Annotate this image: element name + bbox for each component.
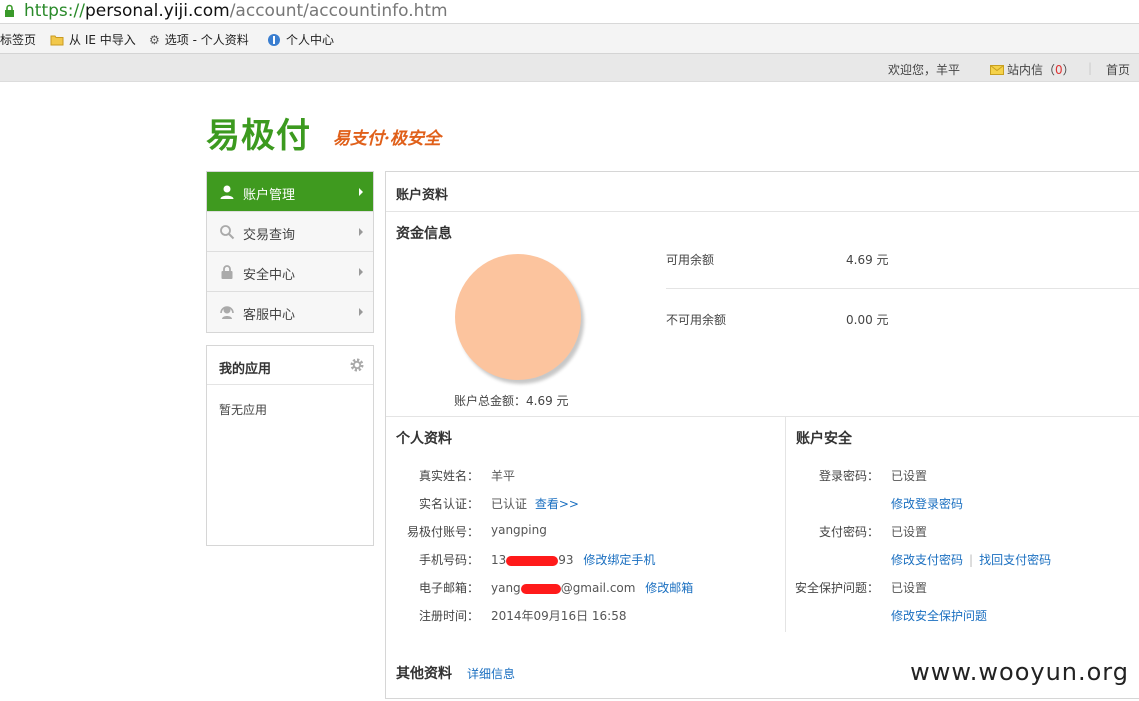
- details-link[interactable]: 详细信息: [467, 665, 515, 682]
- profile-title: 个人资料: [396, 431, 452, 447]
- pay-password-actions: 修改支付密码 | 找回支付密码: [891, 551, 1051, 568]
- account-info-panel: 账户资料 资金信息 账户总金额：4.69 元 可用余额 4.69 元 不可用余额…: [385, 171, 1139, 699]
- sidebar-item-security-center[interactable]: 安全中心: [207, 252, 373, 292]
- chevron-right-icon: [359, 308, 363, 316]
- login-password-status: 已设置: [891, 469, 928, 483]
- other-info-title: 其他资料: [396, 666, 452, 682]
- login-password-label: 登录密码：: [818, 469, 879, 483]
- sidebar-nav: 账户管理 交易查询 安全中心 客服中心: [206, 171, 374, 333]
- lock-icon: [221, 265, 233, 279]
- folder-icon: [50, 35, 64, 45]
- chevron-right-icon: [359, 268, 363, 276]
- search-icon: [220, 225, 235, 240]
- chevron-right-icon: [359, 188, 363, 196]
- headset-icon: [220, 306, 234, 319]
- no-apps-text: 暂无应用: [219, 403, 268, 417]
- balance-divider: [666, 288, 1139, 289]
- register-time-label: 注册时间：: [418, 609, 479, 623]
- redaction-mark: [520, 583, 561, 594]
- sidebar-item-transactions[interactable]: 交易查询: [207, 212, 373, 252]
- unavailable-balance-value: 0.00 元: [846, 313, 889, 327]
- real-name-label: 真实姓名：: [418, 469, 479, 483]
- verification-value: 已认证 查看>>: [491, 497, 579, 511]
- page-title: 账户资料: [396, 188, 449, 203]
- topbar-divider: |: [1088, 61, 1093, 75]
- home-link[interactable]: 首页: [1106, 61, 1130, 78]
- change-security-question-link[interactable]: 修改安全保护问题: [891, 607, 987, 624]
- security-question-status: 已设置: [891, 581, 928, 595]
- mail-icon: [990, 65, 1004, 75]
- site-slogan: 易支付·极安全: [333, 129, 441, 149]
- inbox-link[interactable]: 站内信（0）: [990, 61, 1075, 78]
- site-logo[interactable]: 易极付: [206, 108, 311, 157]
- url-text[interactable]: https://personal.yiji.com/account/accoun…: [24, 1, 448, 21]
- account-id-label: 易极付账号：: [406, 525, 479, 539]
- panel-header: 账户资料: [386, 172, 1139, 212]
- recover-pay-password-link[interactable]: 找回支付密码: [979, 553, 1051, 567]
- favorites-bar: 标签页 从 IE 中导入 ⚙ 选项 - 个人资料 个人中心: [0, 24, 1139, 54]
- gear-icon[interactable]: [349, 357, 365, 373]
- available-balance-value: 4.69 元: [846, 253, 889, 267]
- total-balance: 账户总金额：4.69 元: [454, 394, 569, 408]
- change-email-link[interactable]: 修改邮箱: [645, 581, 693, 595]
- phone-value: 13 93 修改绑定手机: [491, 553, 656, 567]
- funds-title: 资金信息: [396, 226, 452, 242]
- browser-url-bar[interactable]: https://personal.yiji.com/account/accoun…: [0, 0, 1139, 24]
- account-id-value: yangping: [491, 523, 547, 537]
- redaction-mark: [506, 555, 559, 566]
- security-title: 账户安全: [796, 431, 852, 447]
- gear-icon: ⚙: [149, 32, 160, 47]
- available-balance-label: 可用余额: [666, 253, 715, 267]
- change-phone-link[interactable]: 修改绑定手机: [583, 553, 655, 567]
- favorite-import-ie[interactable]: 从 IE 中导入: [50, 31, 136, 48]
- security-question-label: 安全保护问题：: [794, 581, 879, 595]
- personal-center-icon: [268, 33, 280, 46]
- my-apps-panel: 我的应用 暂无应用: [206, 345, 374, 546]
- pay-password-status: 已设置: [891, 525, 928, 539]
- lock-icon: [5, 4, 14, 17]
- balance-pie-chart: [455, 254, 581, 380]
- phone-label: 手机号码：: [418, 553, 479, 567]
- favorite-options-profile[interactable]: ⚙ 选项 - 个人资料: [149, 31, 249, 48]
- email-label: 电子邮箱：: [418, 581, 479, 595]
- register-time-value: 2014年09月16日 16:58: [491, 609, 627, 623]
- unavailable-balance-label: 不可用余额: [666, 313, 727, 327]
- sidebar-item-account-management[interactable]: 账户管理: [207, 172, 373, 212]
- change-pay-password-link[interactable]: 修改支付密码: [891, 553, 963, 567]
- view-verification-link[interactable]: 查看>>: [535, 497, 579, 511]
- watermark: www.wooyun.org: [910, 658, 1129, 686]
- real-name-value: 羊平: [491, 469, 516, 483]
- my-apps-title: 我的应用: [219, 362, 272, 377]
- mail-count: 0: [1055, 63, 1063, 77]
- section-divider: [386, 416, 1139, 417]
- user-icon: [220, 185, 234, 199]
- favorite-tabs[interactable]: 标签页: [0, 31, 36, 48]
- welcome-text: 欢迎您，羊平: [888, 63, 961, 77]
- site-top-bar: 欢迎您，羊平 站内信（0） | 首页: [0, 54, 1139, 82]
- favorite-personal-center[interactable]: 个人中心: [267, 31, 334, 48]
- link-separator: |: [969, 553, 974, 567]
- email-value: yang @gmail.com 修改邮箱: [491, 581, 694, 595]
- my-apps-header: 我的应用: [207, 346, 373, 385]
- verification-label: 实名认证：: [418, 497, 479, 511]
- pay-password-label: 支付密码：: [818, 525, 879, 539]
- change-login-password-link[interactable]: 修改登录密码: [891, 495, 963, 512]
- chevron-right-icon: [359, 228, 363, 236]
- sidebar-item-customer-service[interactable]: 客服中心: [207, 292, 373, 332]
